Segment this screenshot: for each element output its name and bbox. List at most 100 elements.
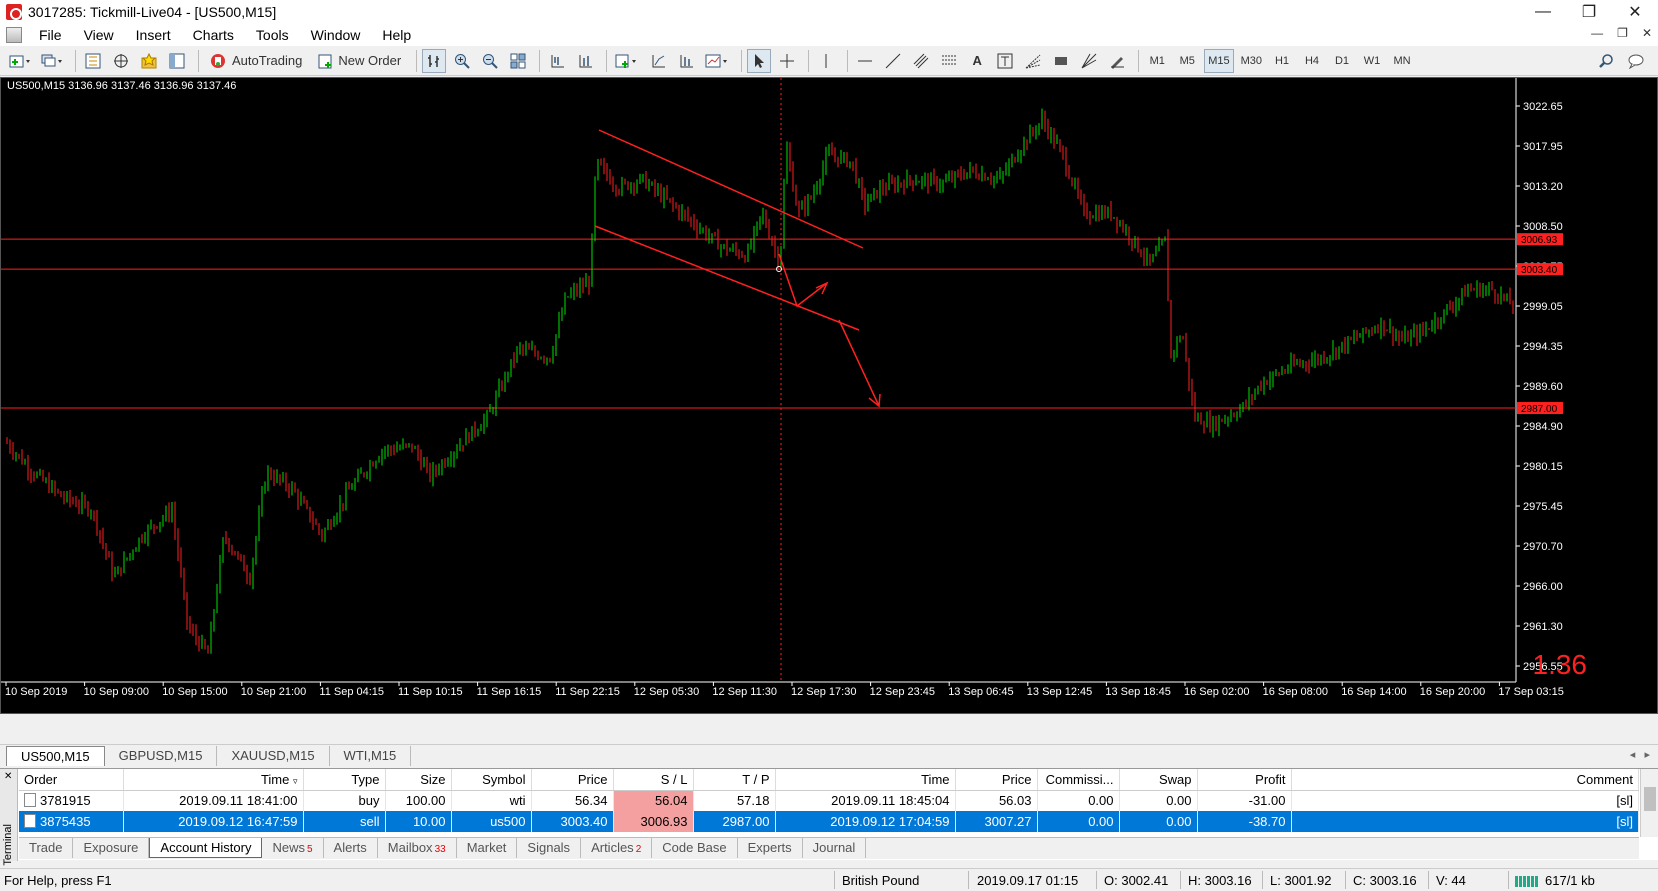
timeframe-mn-button[interactable]: MN <box>1389 49 1415 73</box>
crosshair-tool-button[interactable] <box>775 49 799 73</box>
chart-template-button[interactable] <box>702 49 732 73</box>
column-order[interactable]: Order <box>19 769 124 791</box>
chart-tab-scroll[interactable]: ◂ ▸ <box>1630 748 1650 761</box>
timeframe-m30-button[interactable]: M30 <box>1238 49 1265 73</box>
arrow-bounce-line[interactable] <box>778 253 828 308</box>
history-scrollbar[interactable] <box>1640 769 1658 837</box>
tab-market[interactable]: Market <box>457 838 518 858</box>
new-order-button[interactable]: New Order <box>312 49 407 73</box>
periods-button[interactable] <box>646 49 670 73</box>
status-profile[interactable]: British Pound <box>842 873 919 888</box>
mdi-restore-button[interactable]: ❐ <box>1617 26 1628 40</box>
column-type[interactable]: Type <box>303 769 386 791</box>
document-icon[interactable] <box>6 27 22 43</box>
timeframe-h1-button[interactable]: H1 <box>1269 49 1295 73</box>
chart-shift-button[interactable] <box>545 49 569 73</box>
column-close-price[interactable]: Price <box>955 769 1038 791</box>
chart-tab-us500[interactable]: US500,M15 <box>6 746 105 766</box>
chart-tab-xauusd[interactable]: XAUUSD,M15 <box>217 746 330 766</box>
terminal-toggle-button[interactable] <box>165 49 189 73</box>
menu-tools[interactable]: Tools <box>245 27 300 43</box>
fibo-fan-button[interactable] <box>1021 49 1045 73</box>
market-watch-button[interactable] <box>81 49 105 73</box>
column-sl[interactable]: S / L <box>613 769 694 791</box>
column-profit[interactable]: Profit <box>1197 769 1292 791</box>
timeframe-d1-button[interactable]: D1 <box>1329 49 1355 73</box>
cursor-tool-button[interactable] <box>747 48 772 73</box>
menu-file[interactable]: File <box>28 27 73 43</box>
zoom-in-button[interactable] <box>450 49 474 73</box>
horizontal-line-button[interactable] <box>853 49 877 73</box>
menu-view[interactable]: View <box>73 27 125 43</box>
templates-button[interactable] <box>674 49 698 73</box>
chart-tab-gbpusd[interactable]: GBPUSD,M15 <box>105 746 218 766</box>
timeframe-m15-button[interactable]: M15 <box>1204 48 1234 73</box>
column-price[interactable]: Price <box>531 769 614 791</box>
text-label-button[interactable] <box>993 49 1017 73</box>
status-connection[interactable]: 617/1 kb <box>1515 873 1595 888</box>
arrows-button[interactable] <box>1105 49 1129 73</box>
tile-windows-button[interactable] <box>506 49 530 73</box>
chart-tab-wti[interactable]: WTI,M15 <box>330 746 412 766</box>
table-row[interactable]: 3875435 2019.09.12 16:47:59 sell 10.00 u… <box>19 811 1639 832</box>
tab-journal[interactable]: Journal <box>803 838 867 858</box>
chat-button[interactable] <box>1624 49 1648 73</box>
trendline-button[interactable] <box>881 49 905 73</box>
tab-articles[interactable]: Articles 2 <box>581 838 653 858</box>
timeframe-h4-button[interactable]: H4 <box>1299 49 1325 73</box>
autoscroll-button[interactable] <box>573 49 597 73</box>
price-chart[interactable]: 3022.653017.953013.203008.503003.752999.… <box>0 77 1658 714</box>
menu-charts[interactable]: Charts <box>182 27 245 43</box>
chart-canvas[interactable]: 3022.653017.953013.203008.503003.752999.… <box>1 78 1658 714</box>
fibonacci-button[interactable] <box>937 49 961 73</box>
scrollbar-thumb[interactable] <box>1644 787 1656 811</box>
timeframe-w1-button[interactable]: W1 <box>1359 49 1385 73</box>
column-comment[interactable]: Comment <box>1291 769 1639 791</box>
column-tp[interactable]: T / P <box>693 769 776 791</box>
column-close-time[interactable]: Time <box>775 769 956 791</box>
menu-window[interactable]: Window <box>300 27 372 43</box>
equidistant-channel-button[interactable] <box>909 49 933 73</box>
tab-trade[interactable]: Trade <box>19 838 74 858</box>
tab-mailbox[interactable]: Mailbox 33 <box>378 838 457 858</box>
tab-signals[interactable]: Signals <box>517 838 582 858</box>
mdi-minimize-button[interactable]: — <box>1591 26 1603 40</box>
column-time[interactable]: Time ▿ <box>123 769 304 791</box>
new-chart-button[interactable] <box>6 49 34 73</box>
price-label: 3017.95 <box>1523 141 1563 153</box>
column-size[interactable]: Size <box>385 769 452 791</box>
arrow-target-line[interactable] <box>838 319 880 407</box>
gann-button[interactable] <box>1077 49 1101 73</box>
navigator-button[interactable] <box>109 49 133 73</box>
favorites-button[interactable] <box>137 49 161 73</box>
restore-button[interactable]: ❐ <box>1566 0 1612 24</box>
rectangle-button[interactable] <box>1049 49 1073 73</box>
tab-exposure[interactable]: Exposure <box>73 838 150 858</box>
minimize-button[interactable]: — <box>1520 0 1566 24</box>
menu-help[interactable]: Help <box>371 27 422 43</box>
zoom-out-button[interactable] <box>478 49 502 73</box>
vertical-line-button[interactable] <box>814 49 838 73</box>
menu-insert[interactable]: Insert <box>125 27 182 43</box>
close-button[interactable]: ✕ <box>1612 0 1658 24</box>
bar-chart-button[interactable] <box>422 48 447 73</box>
column-commission[interactable]: Commissi... <box>1037 769 1120 791</box>
tab-code-base[interactable]: Code Base <box>652 838 738 858</box>
autotrading-button[interactable]: AutoTrading <box>204 49 308 73</box>
profiles-button[interactable] <box>38 49 66 73</box>
column-symbol[interactable]: Symbol <box>451 769 532 791</box>
timeframe-m1-button[interactable]: M1 <box>1144 49 1170 73</box>
tab-alerts[interactable]: Alerts <box>324 838 378 858</box>
timeframe-m5-button[interactable]: M5 <box>1174 49 1200 73</box>
tab-experts[interactable]: Experts <box>738 838 803 858</box>
terminal-close-icon[interactable]: ✕ <box>4 771 12 782</box>
tab-news[interactable]: News 5 <box>262 838 324 858</box>
channel-upper-trendline[interactable] <box>598 129 864 249</box>
search-button[interactable] <box>1594 49 1618 73</box>
column-swap[interactable]: Swap <box>1119 769 1198 791</box>
indicators-button[interactable] <box>612 49 642 73</box>
mdi-close-button[interactable]: ✕ <box>1642 26 1652 40</box>
table-row[interactable]: 3781915 2019.09.11 18:41:00 buy 100.00 w… <box>19 790 1639 811</box>
text-button[interactable]: A <box>965 49 989 73</box>
tab-account-history[interactable]: Account History <box>149 838 263 858</box>
